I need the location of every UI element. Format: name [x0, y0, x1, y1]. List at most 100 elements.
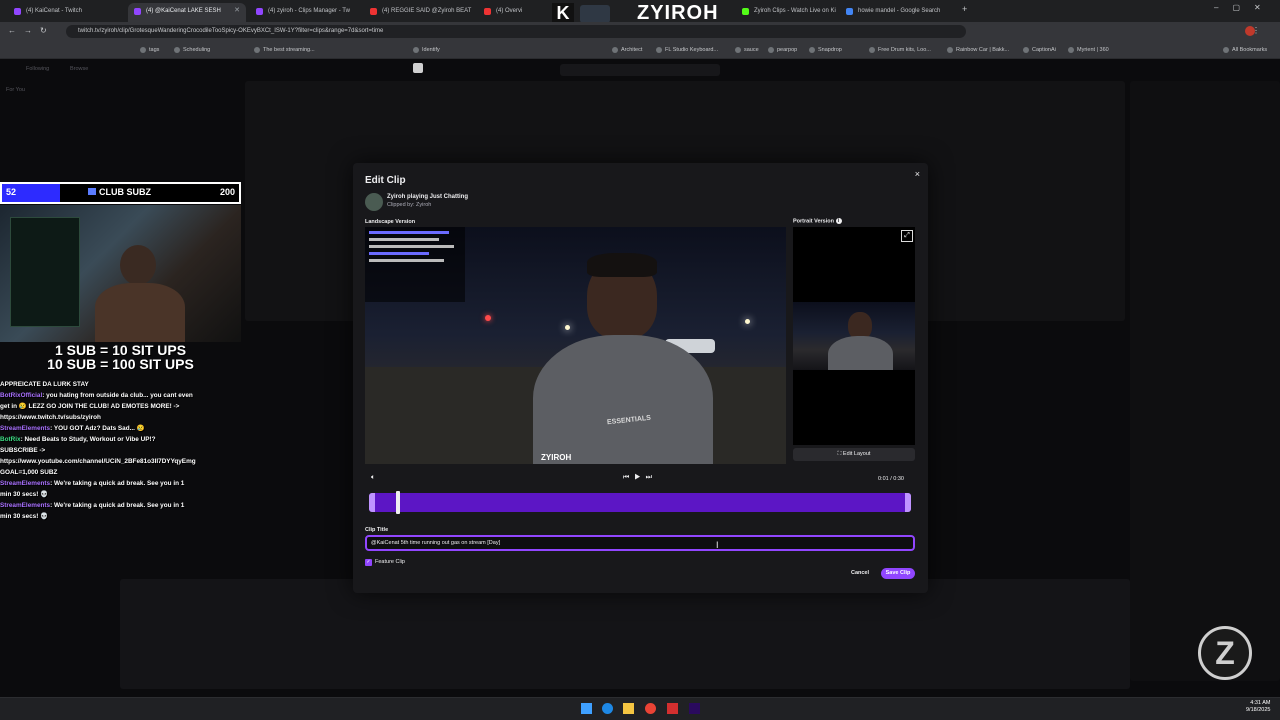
video-watermark: ZYIROH: [541, 453, 572, 462]
bookmark-item[interactable]: The best streaming...: [254, 44, 315, 56]
chat-message: BotRixOfficial: you hating from outside …: [0, 390, 193, 401]
playhead[interactable]: [396, 491, 401, 514]
skip-forward-icon[interactable]: ⏭︎: [646, 474, 657, 481]
edit-layout-button[interactable]: ⛶ Edit Layout: [793, 448, 915, 461]
nav-browse: Browse: [70, 66, 89, 72]
landscape-video[interactable]: ESSENTIALS ZYIROH: [365, 227, 786, 464]
kick-logo-letter: K: [556, 3, 570, 23]
extension-icon: [413, 63, 423, 73]
skip-back-icon[interactable]: ⏮︎: [623, 474, 634, 481]
trim-timeline[interactable]: [369, 491, 911, 514]
bookmark-item[interactable]: Scheduling: [174, 44, 210, 56]
bookmark-item[interactable]: Snapdrop: [809, 44, 842, 56]
close-icon[interactable]: ×: [915, 169, 920, 179]
bookmark-item[interactable]: Myrient | 360: [1068, 44, 1109, 56]
bookmark-item[interactable]: pearpop: [768, 44, 797, 56]
chat-message: min 30 secs! 💀: [0, 511, 48, 522]
clock[interactable]: 4:31 AM 9/18/2025: [1246, 700, 1270, 714]
chat-message: StreamElements: YOU GOT Adz? Dats Sad...…: [0, 423, 145, 434]
bookmark-item[interactable]: Free Drum kits, Loo...: [869, 44, 931, 56]
window-controls[interactable]: –▢✕: [1214, 3, 1275, 12]
browser-tab[interactable]: (4) REGGIE SAID @Zyiroh BEAT: [364, 3, 476, 22]
profile-avatar[interactable]: [1245, 26, 1255, 36]
chat-text: min 30 secs! 💀: [0, 513, 49, 520]
app-icon[interactable]: [667, 703, 678, 714]
portrait-video-crop: [793, 302, 915, 370]
trim-handle-start[interactable]: [369, 493, 375, 512]
browser-tab[interactable]: Zyiroh Clips - Watch Live on Ki: [736, 3, 838, 22]
clip-channel-line: Zyiroh playing Just Chatting: [387, 194, 469, 200]
chrome-icon[interactable]: [645, 703, 656, 714]
sub-goal-bar: 52 CLUB SUBZ 200: [0, 182, 241, 204]
search-bar-dim: [560, 64, 720, 76]
nav-following: Following: [26, 66, 50, 72]
new-tab-button[interactable]: +: [962, 4, 967, 14]
twitch-icon: [14, 8, 21, 15]
bookmark-item[interactable]: Rainbow Car | Bakk...: [947, 44, 1009, 56]
zyiroh-logo: Z: [1198, 626, 1252, 680]
premiere-icon[interactable]: [689, 703, 700, 714]
monitor-shape: [10, 217, 80, 327]
edge-icon[interactable]: [602, 703, 613, 714]
bookmark-item[interactable]: tags: [140, 44, 159, 56]
file-explorer-icon[interactable]: [623, 703, 634, 714]
url-input[interactable]: twitch.tv/zyiroh/clip/GrotesqueWandering…: [66, 25, 966, 38]
chat-line-shape: [369, 231, 449, 234]
playback-controls[interactable]: ⏮︎▶︎⏭︎: [623, 474, 657, 482]
edit-layout-label: Edit Layout: [842, 451, 871, 457]
sub-goal-label: CLUB SUBZ: [99, 187, 151, 197]
browser-tab[interactable]: (4) zyiroh - Clips Manager - Tw: [250, 3, 360, 22]
windows-taskbar: 4:31 AM 9/18/2025: [0, 697, 1280, 720]
youtube-icon: [370, 8, 377, 15]
chat-username: StreamElements: [0, 502, 51, 509]
expand-icon[interactable]: ⤢: [901, 230, 913, 242]
avatar: [365, 193, 383, 211]
clip-title-input[interactable]: @KaiCenat 5th time running out gas on st…: [365, 535, 915, 551]
for-you-heading: For You: [6, 87, 25, 93]
trim-handle-end[interactable]: [905, 493, 911, 512]
info-icon[interactable]: i: [835, 218, 842, 224]
cancel-button[interactable]: Cancel: [845, 568, 875, 579]
right-panel-dim: [1130, 81, 1280, 681]
chat-message: SUBSCRIBE ->: [0, 445, 45, 456]
tab-label: Zyiroh Clips - Watch Live on Ki: [754, 8, 836, 14]
bookmarks-bar: tags Scheduling The best streaming... Id…: [0, 41, 1280, 59]
kick-logo: K: [552, 3, 574, 23]
volume-icon[interactable]: 🔈︎: [371, 474, 375, 482]
browser-tab-active[interactable]: (4) @KaiCenat LAKE SESH ✕: [128, 3, 246, 22]
browser-tab[interactable]: howie mandel - Google Search: [840, 3, 958, 22]
bookmark-item[interactable]: Identify: [413, 44, 440, 56]
reload-icon[interactable]: ↻: [40, 26, 47, 35]
back-icon[interactable]: ←: [8, 26, 16, 35]
tab-label: howie mandel - Google Search: [858, 8, 941, 14]
bookmark-item[interactable]: Architect: [612, 44, 642, 56]
person-body-shape: [95, 283, 185, 342]
chat-message: BotRix: Need Beats to Study, Workout or …: [0, 434, 156, 445]
chat-username: StreamElements: [0, 425, 51, 432]
portrait-preview[interactable]: ⤢: [793, 227, 915, 445]
hair-shape: [587, 253, 657, 277]
logo-letter: Z: [1215, 635, 1235, 671]
browser-tab[interactable]: (4) Overvi: [478, 3, 548, 22]
forward-icon[interactable]: →: [24, 26, 32, 35]
chat-message: StreamElements: We're taking a quick ad …: [0, 478, 184, 489]
feature-clip-checkbox[interactable]: ✓: [365, 559, 372, 566]
play-icon[interactable]: ▶︎: [634, 474, 645, 481]
kick-icon: [742, 8, 749, 15]
close-tab-icon[interactable]: ✕: [234, 3, 240, 19]
start-icon[interactable]: [581, 703, 592, 714]
chat-text: https://www.twitch.tv/subs/zyiroh: [0, 414, 101, 421]
bookmark-item[interactable]: CaptionAi: [1023, 44, 1056, 56]
chat-text: APPREICATE DA LURK STAY: [0, 381, 89, 388]
chat-overlay-thumb: [365, 227, 465, 302]
chat-text: : We're taking a quick ad break. See you…: [50, 480, 185, 487]
chat-line-shape: [369, 252, 429, 255]
bookmark-item[interactable]: FL Studio Keyboard...: [656, 44, 718, 56]
all-bookmarks[interactable]: All Bookmarks: [1223, 44, 1267, 56]
browser-tab[interactable]: (4) KaiCenat - Twitch: [8, 3, 128, 22]
street-light: [565, 325, 570, 330]
chat-line-shape: [369, 245, 454, 248]
bookmark-item[interactable]: sauce: [735, 44, 759, 56]
chat-message: https://www.twitch.tv/subs/zyiroh: [0, 412, 101, 423]
save-clip-button[interactable]: Save Clip: [881, 568, 915, 579]
